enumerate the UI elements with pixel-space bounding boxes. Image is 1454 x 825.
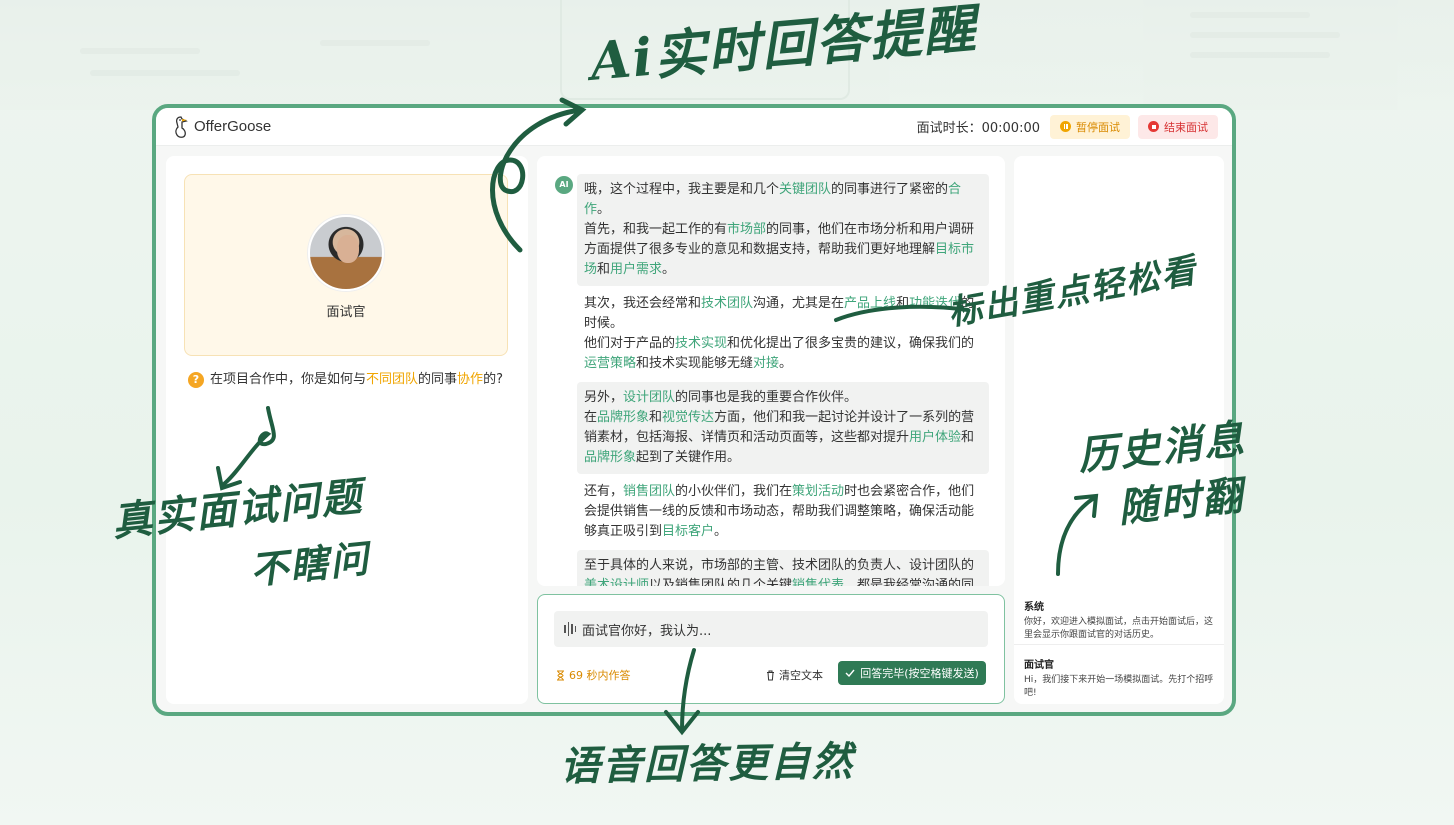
keyword-highlight: 美术设计师 [584, 578, 650, 586]
app-window: OfferGoose 面试时长：00:00:00 暂停面试 结束面试 面试官 ?… [152, 104, 1236, 716]
keyword-highlight: 产品上线 [844, 296, 897, 311]
interviewer-panel: 面试官 ? 在项目合作中，你是如何与不同团队的同事协作的? [166, 156, 528, 704]
keyword-highlight: 视觉传达 [662, 410, 715, 425]
trash-icon [767, 670, 774, 680]
keyword-highlight: 销售团队 [623, 484, 676, 499]
current-question: ? 在项目合作中，你是如何与不同团队的同事协作的? [188, 370, 508, 389]
history-divider [1014, 644, 1224, 645]
keyword-highlight: 市场部 [727, 222, 767, 237]
interviewer-card: 面试官 [184, 174, 508, 356]
question-text: 在项目合作中，你是如何与不同团队的同事协作的? [210, 372, 503, 387]
keyword-highlight: 关键团队 [779, 182, 832, 197]
keyword-highlight: 品牌形象 [597, 410, 650, 425]
stop-icon [1148, 121, 1159, 132]
keyword-highlight: 技术团队 [701, 296, 754, 311]
end-interview-button[interactable]: 结束面试 [1138, 114, 1218, 139]
ai-avatar-icon: AI [555, 176, 573, 194]
interviewer-avatar [308, 215, 384, 291]
pause-interview-button[interactable]: 暂停面试 [1050, 114, 1130, 139]
keyword-highlight: 设计团队 [623, 390, 676, 405]
check-icon [845, 669, 855, 677]
ai-message-list: 哦，这个过程中，我主要是和几个关键团队的同事进行了紧密的合作。 首先，和我一起工作… [577, 174, 989, 586]
keyword-highlight: 用户需求 [610, 262, 663, 277]
keyword-highlight: 技术实现 [675, 336, 728, 351]
ai-message: 还有，销售团队的小伙伴们，我们在策划活动时也会紧密合作，他们会提供销售一线的反馈… [584, 484, 975, 539]
keyword-highlight: 策划活动 [792, 484, 845, 499]
annotation-ai-realtime: Ai实时回答提醒 [587, 0, 980, 93]
ai-message: 哦，这个过程中，我主要是和几个关键团队的同事进行了紧密的合作。 首先，和我一起工作… [577, 174, 989, 286]
ai-message: 至于具体的人来说，市场部的主管、技术团队的负责人、设计团队的美术设计师以及销售团… [577, 550, 989, 586]
goose-logo-icon [175, 115, 188, 138]
ai-answer-panel[interactable]: AI 哦，这个过程中，我主要是和几个关键团队的同事进行了紧密的合作。 首先，和我一… [537, 156, 1005, 586]
interview-timer: 面试时长：00:00:00 [916, 121, 1040, 136]
logo: OfferGoose [172, 115, 271, 139]
top-bar: OfferGoose 面试时长：00:00:00 暂停面试 结束面试 [156, 108, 1232, 146]
annotation-voice: 语音回答更自然 [559, 737, 855, 790]
hourglass-icon [557, 670, 564, 680]
submit-answer-button[interactable]: 回答完毕(按空格键发送) [838, 661, 986, 685]
keyword-highlight: 销售代表 [792, 578, 845, 586]
keyword-highlight: 运营策略 [584, 356, 637, 371]
keyword-highlight: 目标客户 [662, 524, 715, 539]
question-mark-icon: ? [188, 372, 204, 388]
keyword-highlight: 品牌形象 [584, 450, 637, 465]
voice-answer-input[interactable]: 面试官你好，我认为... [554, 611, 988, 647]
history-item-system[interactable]: 系统 你好，欢迎进入模拟面试，点击开始面试后，这里会显示你跟面试官的对话历史。 [1014, 598, 1224, 642]
app-name: OfferGoose [194, 118, 272, 135]
answer-text: 面试官你好，我认为... [582, 623, 712, 639]
interviewer-name: 面试官 [326, 305, 366, 320]
answer-countdown: 69 秒内作答 [556, 667, 631, 683]
pause-icon [1060, 121, 1071, 132]
answer-input-panel: 面试官你好，我认为... 69 秒内作答 清空文本 回答完毕(按空格键发送) [537, 594, 1005, 704]
clear-text-button[interactable]: 清空文本 [766, 667, 823, 683]
history-item-interviewer[interactable]: 面试官 Hi，我们接下来开始一场模拟面试。先打个招呼吧! [1014, 656, 1224, 700]
keyword-highlight: 用户体验 [909, 430, 962, 445]
keyword-highlight: 对接 [753, 356, 780, 371]
ai-message: 另外，设计团队的同事也是我的重要合作伙伴。 在品牌形象和视觉传达方面，他们和我一起… [577, 382, 989, 474]
voice-wave-icon [564, 622, 576, 636]
ai-message: 其次，我还会经常和技术团队沟通，尤其是在产品上线和功能迭代的时候。 他们对于产品的… [584, 296, 975, 371]
